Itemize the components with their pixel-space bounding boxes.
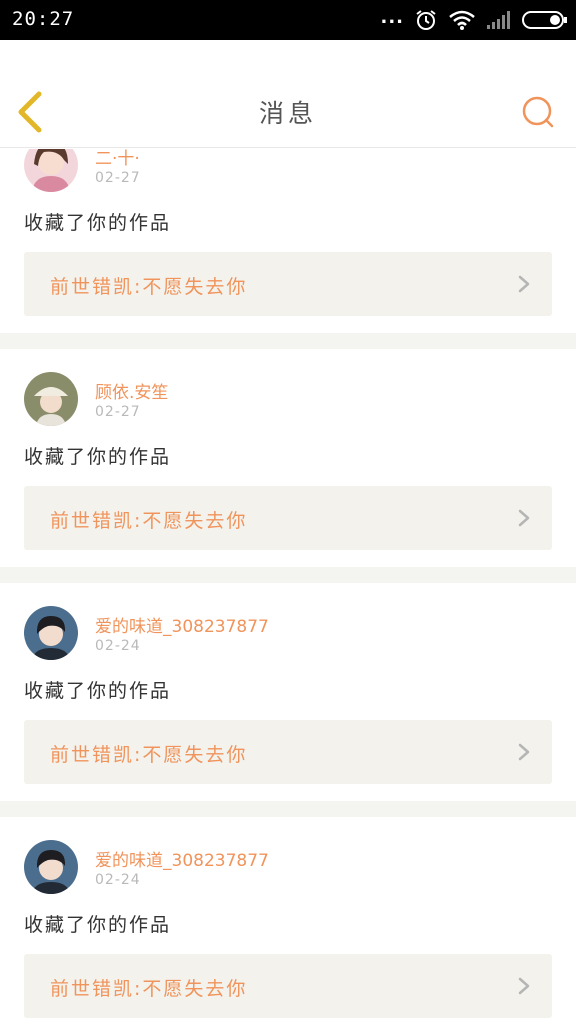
search-button[interactable] bbox=[518, 92, 558, 132]
status-icons: ... bbox=[380, 6, 568, 34]
message-date: 02-27 bbox=[95, 404, 141, 420]
message-date: 02-24 bbox=[95, 872, 141, 888]
status-time: 20:27 bbox=[12, 8, 75, 30]
chevron-right-icon bbox=[518, 743, 530, 761]
work-title: 前世错凯:不愿失去你 bbox=[50, 276, 248, 298]
message-date: 02-27 bbox=[95, 170, 141, 186]
avatar[interactable] bbox=[24, 149, 78, 192]
chevron-right-icon bbox=[518, 275, 530, 293]
top-navigation-bar: 消息 bbox=[0, 40, 576, 148]
message-item: 爱的味道_308237877 02-24 收藏了你的作品 前世错凯:不愿失去你 bbox=[0, 583, 576, 801]
message-item: 二·十· 02-27 收藏了你的作品 前世错凯:不愿失去你 bbox=[0, 149, 576, 333]
username[interactable]: 爱的味道_308237877 bbox=[95, 846, 269, 871]
avatar[interactable] bbox=[24, 606, 78, 660]
avatar[interactable] bbox=[24, 840, 78, 894]
signal-icon bbox=[486, 10, 512, 30]
work-link[interactable]: 前世错凯:不愿失去你 bbox=[24, 954, 552, 1018]
work-link[interactable]: 前世错凯:不愿失去你 bbox=[24, 486, 552, 550]
work-title: 前世错凯:不愿失去你 bbox=[50, 978, 248, 1000]
work-link[interactable]: 前世错凯:不愿失去你 bbox=[24, 720, 552, 784]
username[interactable]: 顾依.安笙 bbox=[95, 378, 168, 403]
battery-icon bbox=[522, 10, 568, 30]
action-text: 收藏了你的作品 bbox=[24, 680, 172, 702]
wifi-icon bbox=[448, 9, 476, 31]
work-link[interactable]: 前世错凯:不愿失去你 bbox=[24, 252, 552, 316]
work-title: 前世错凯:不愿失去你 bbox=[50, 744, 248, 766]
message-date: 02-24 bbox=[95, 638, 141, 654]
page-title: 消息 bbox=[258, 99, 317, 128]
chevron-right-icon bbox=[518, 977, 530, 995]
message-item: 顾依.安笙 02-27 收藏了你的作品 前世错凯:不愿失去你 bbox=[0, 349, 576, 567]
avatar[interactable] bbox=[24, 372, 78, 426]
username[interactable]: 爱的味道_308237877 bbox=[95, 612, 269, 637]
search-icon bbox=[522, 96, 554, 128]
message-item: 爱的味道_308237877 02-24 收藏了你的作品 前世错凯:不愿失去你 bbox=[0, 817, 576, 1024]
action-text: 收藏了你的作品 bbox=[24, 212, 172, 234]
action-text: 收藏了你的作品 bbox=[24, 914, 172, 936]
work-title: 前世错凯:不愿失去你 bbox=[50, 510, 248, 532]
message-list[interactable]: 二·十· 02-27 收藏了你的作品 前世错凯:不愿失去你 顾依.安笙 02-2… bbox=[0, 149, 576, 1024]
status-bar: 20:27 ... bbox=[0, 0, 576, 40]
username[interactable]: 二·十· bbox=[95, 149, 140, 169]
alarm-icon bbox=[414, 8, 438, 32]
action-text: 收藏了你的作品 bbox=[24, 446, 172, 468]
notification-dots: ... bbox=[380, 6, 404, 28]
chevron-right-icon bbox=[518, 509, 530, 527]
